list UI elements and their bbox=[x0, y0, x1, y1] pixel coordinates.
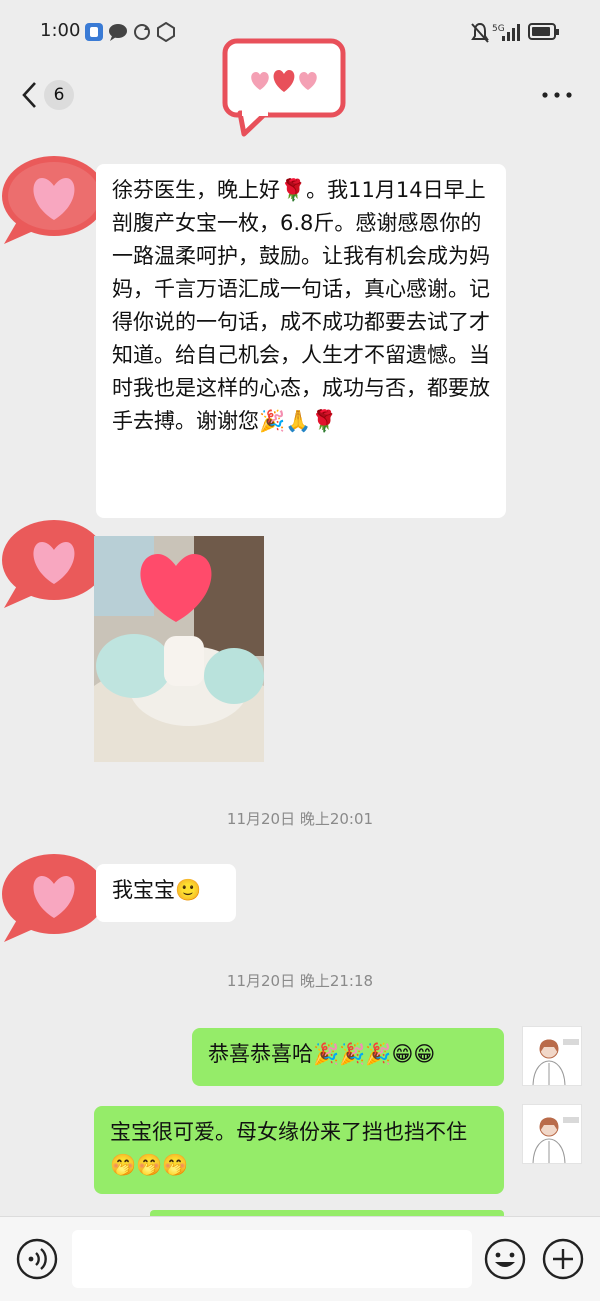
message-text: 我宝宝🙂 bbox=[112, 878, 202, 902]
message-text: 徐芬医生，晚上好🌹。我11月14日早上剖腹产女宝一枚，6.8斤。感谢感恩你的一路… bbox=[112, 178, 490, 433]
more-dots-icon[interactable] bbox=[540, 90, 574, 100]
timestamp: 11月20日 晚上20:01 bbox=[226, 810, 374, 828]
misc-notification-icon bbox=[157, 22, 175, 42]
emoji-icon[interactable] bbox=[484, 1238, 526, 1280]
message-bubble-own[interactable]: 恭喜恭喜哈🎉🎉🎉😁😁 bbox=[192, 1028, 504, 1086]
timestamp: 11月20日 晚上21:18 bbox=[226, 972, 374, 990]
baby-photo[interactable] bbox=[94, 536, 264, 762]
heart-avatar-icon[interactable] bbox=[0, 514, 108, 614]
contact-name-hearts-sticker bbox=[222, 38, 346, 137]
sync-notification-icon bbox=[134, 24, 150, 40]
message-bubble[interactable]: 我宝宝🙂 bbox=[96, 864, 236, 922]
chevron-left-icon bbox=[22, 82, 36, 108]
heart-avatar-icon[interactable] bbox=[0, 848, 108, 948]
message-input[interactable] bbox=[72, 1230, 472, 1288]
message-text: 宝宝很可爱。母女缘份来了挡也挡不住🤭🤭🤭 bbox=[110, 1120, 467, 1177]
unread-count-badge: 6 bbox=[44, 80, 74, 110]
plus-icon[interactable] bbox=[542, 1238, 584, 1280]
message-bubble-own[interactable]: 宝宝很可爱。母女缘份来了挡也挡不住🤭🤭🤭 bbox=[94, 1106, 504, 1194]
message-bubble[interactable]: 徐芬医生，晚上好🌹。我11月14日早上剖腹产女宝一枚，6.8斤。感谢感恩你的一路… bbox=[96, 164, 506, 518]
doctor-avatar[interactable] bbox=[522, 1104, 582, 1164]
app-notification-icon bbox=[85, 23, 103, 41]
message-text: 恭喜恭喜哈🎉🎉🎉😁😁 bbox=[208, 1042, 436, 1066]
mute-icon bbox=[471, 22, 489, 43]
back-button[interactable]: 6 bbox=[20, 78, 80, 112]
status-time: 1:00 bbox=[40, 20, 81, 41]
chat-notification-icon bbox=[109, 24, 127, 41]
signal-icon bbox=[502, 24, 520, 41]
voice-icon[interactable] bbox=[16, 1238, 58, 1280]
doctor-avatar[interactable] bbox=[522, 1026, 582, 1086]
battery-icon bbox=[528, 23, 559, 40]
heart-avatar-icon[interactable] bbox=[0, 150, 108, 250]
